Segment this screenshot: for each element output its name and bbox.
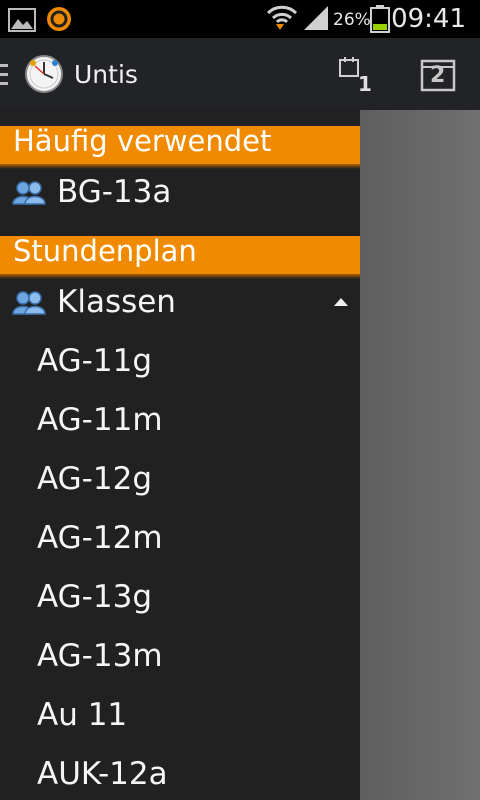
clock: 09:41 <box>391 4 466 34</box>
chevron-up-icon[interactable] <box>334 298 348 306</box>
app-notification-icon <box>47 7 71 31</box>
class-item-label: AUK-12a <box>37 756 168 792</box>
classes-group-label: Klassen <box>57 284 176 320</box>
section-header-favorites: Häufig verwendet <box>0 124 360 169</box>
class-item[interactable]: AG-12g <box>0 451 360 509</box>
class-item-label: AG-12m <box>37 520 163 556</box>
action-bar: Untis 1 2 <box>0 38 480 111</box>
class-item[interactable]: Au 11 <box>0 687 360 745</box>
battery-percent: 26% <box>333 10 371 30</box>
class-item-label: Au 11 <box>37 697 128 733</box>
menu-icon[interactable] <box>0 64 8 86</box>
favorite-item-label: BG-13a <box>57 174 172 210</box>
calendar-today-button[interactable]: 1 <box>336 54 376 98</box>
calendar-date-button[interactable]: 2 <box>420 58 456 94</box>
app-title: Untis <box>74 60 138 89</box>
navigation-drawer: Häufig verwendet BG-13a Stundenplan Klas… <box>0 110 360 800</box>
section-header-timetable: Stundenplan <box>0 234 360 279</box>
class-item-label: AG-11g <box>37 343 152 379</box>
group-icon <box>12 181 46 205</box>
content-scrim[interactable] <box>360 110 480 800</box>
class-item-label: AG-11m <box>37 402 163 438</box>
class-item[interactable]: AG-11m <box>0 392 360 450</box>
classes-group-header[interactable]: Klassen <box>0 274 360 332</box>
class-item[interactable]: AG-13m <box>0 628 360 686</box>
wifi-icon <box>266 5 298 30</box>
group-icon <box>12 291 46 315</box>
class-item-label: AG-12g <box>37 461 152 497</box>
signal-icon <box>304 6 328 30</box>
favorite-item[interactable]: BG-13a <box>0 164 360 222</box>
class-item-label: AG-13g <box>37 579 152 615</box>
class-item[interactable]: AUK-12a <box>0 746 360 800</box>
class-item-label: AG-13m <box>37 638 163 674</box>
class-item[interactable]: AG-13g <box>0 569 360 627</box>
status-bar: 26% 09:41 <box>0 0 480 38</box>
class-item[interactable]: AG-11g <box>0 333 360 391</box>
today-badge: 1 <box>358 72 372 96</box>
calendar-day-number: 2 <box>430 63 446 88</box>
untis-clock-logo[interactable] <box>24 54 64 94</box>
battery-icon <box>370 5 390 33</box>
gallery-icon <box>8 8 36 32</box>
class-item[interactable]: AG-12m <box>0 510 360 568</box>
